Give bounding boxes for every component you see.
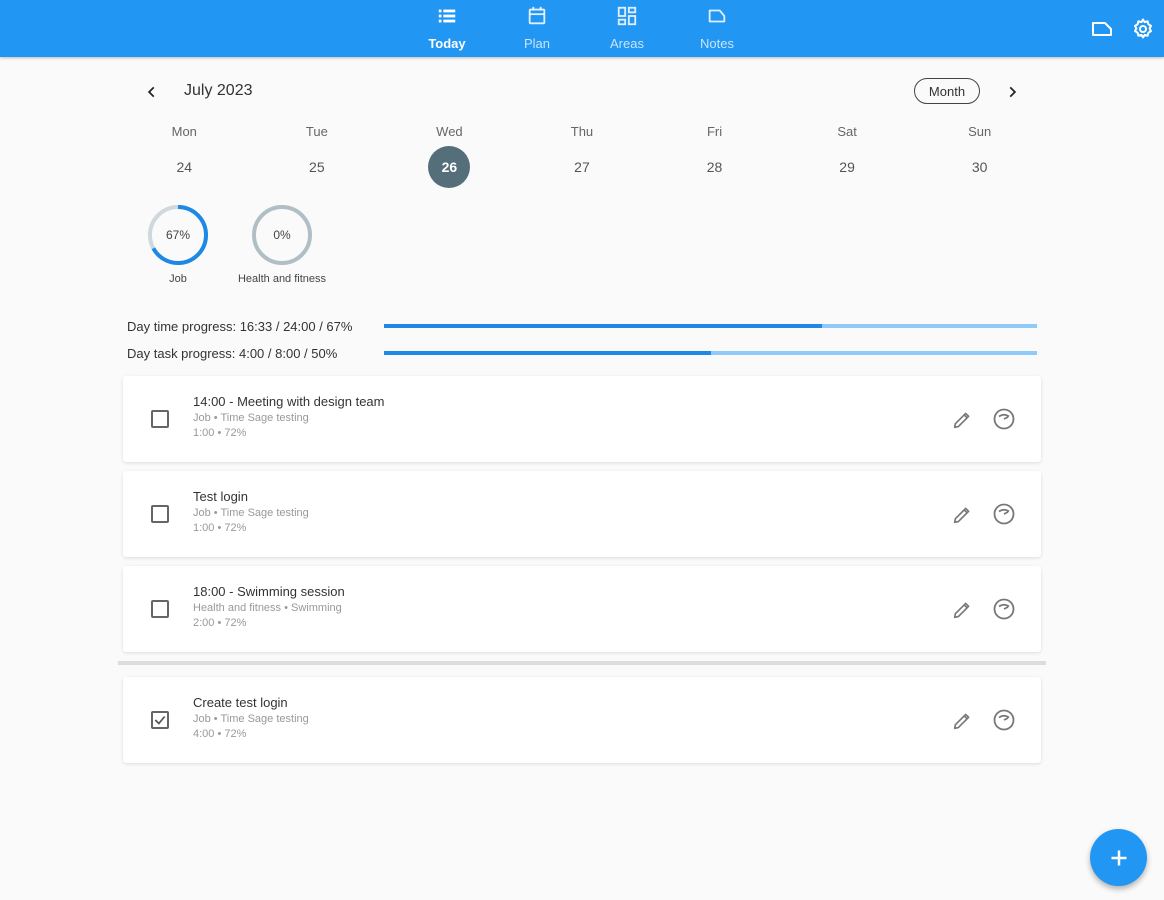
nav-tab-notes[interactable]: Notes <box>677 0 757 57</box>
task-subtitle: Job • Time Sage testing <box>193 412 309 424</box>
progress-bar-track <box>384 324 1037 328</box>
day-number: 25 <box>309 159 325 175</box>
label-icon <box>705 4 729 28</box>
day-row: 24 25 26 27 28 29 30 <box>118 146 1046 188</box>
task-meta: 1:00 • 72% <box>193 427 247 439</box>
weekday-label: Fri <box>706 124 723 139</box>
weekday-label: Sat <box>837 124 857 139</box>
day-number: 26 <box>428 146 471 188</box>
area-progress-list: 67% Job 0% Health and fitness <box>126 203 334 285</box>
timer-icon[interactable] <box>992 708 1016 732</box>
day-time-progress: Day time progress: 16:33 / 24:00 / 67% <box>127 318 1037 334</box>
next-week-button[interactable] <box>1000 80 1024 104</box>
nav-tab-label: Areas <box>610 36 644 51</box>
day-cell[interactable]: 25 <box>251 146 384 188</box>
task-subtitle: Job • Time Sage testing <box>193 713 309 725</box>
task-meta: 4:00 • 72% <box>193 728 247 740</box>
day-task-progress-label: Day task progress: 4:00 / 8:00 / 50% <box>127 345 338 361</box>
day-cell[interactable]: 27 <box>516 146 649 188</box>
task-card[interactable]: 14:00 - Meeting with design team Job • T… <box>123 376 1041 462</box>
task-checkbox[interactable] <box>151 410 169 428</box>
day-number: 24 <box>176 159 193 175</box>
task-card[interactable]: Test login Job • Time Sage testing 1:00 … <box>123 471 1041 557</box>
day-cell-selected[interactable]: 26 <box>383 146 516 188</box>
task-title: 14:00 - Meeting with design team <box>193 394 385 409</box>
completed-divider <box>118 661 1046 665</box>
chevron-left-icon <box>147 86 155 98</box>
progress-bar-fill <box>384 324 822 328</box>
progress-bar-fill <box>384 351 711 355</box>
weekday-header: Mon Tue Wed Thu Fri Sat Sun <box>118 124 1046 139</box>
day-cell[interactable]: 28 <box>648 146 781 188</box>
task-meta: 1:00 • 72% <box>193 522 247 534</box>
area-job[interactable]: 67% Job <box>126 203 230 285</box>
dashboard-icon <box>615 4 639 28</box>
area-progress-ring: 0% <box>250 203 314 267</box>
day-number: 29 <box>839 159 855 175</box>
day-task-progress: Day task progress: 4:00 / 8:00 / 50% <box>127 345 1037 361</box>
timer-icon[interactable] <box>992 407 1016 431</box>
day-number: 28 <box>706 159 723 175</box>
edit-icon[interactable] <box>950 408 974 432</box>
month-view-button[interactable]: Month <box>914 78 980 104</box>
edit-icon[interactable] <box>950 709 974 733</box>
task-title: 18:00 - Swimming session <box>193 584 345 599</box>
weekday-label: Wed <box>436 124 463 139</box>
area-health-fitness[interactable]: 0% Health and fitness <box>230 203 334 285</box>
nav-tab-label: Today <box>428 36 466 51</box>
day-cell[interactable]: 30 <box>913 146 1046 188</box>
area-name: Health and fitness <box>237 273 327 285</box>
top-app-bar: Today Plan Areas Notes <box>0 0 1164 57</box>
day-number: 30 <box>971 159 988 175</box>
area-percent: 67% <box>165 228 191 242</box>
chevron-right-icon <box>1009 86 1017 98</box>
plus-icon <box>1111 850 1126 865</box>
nav-tab-label: Plan <box>523 36 551 51</box>
task-checkbox[interactable] <box>151 505 169 523</box>
check-icon <box>154 715 166 725</box>
nav-tab-label: Notes <box>700 36 734 51</box>
timer-icon[interactable] <box>992 502 1016 526</box>
weekday-label: Thu <box>570 124 594 139</box>
day-cell[interactable]: 24 <box>118 146 251 188</box>
task-subtitle: Job • Time Sage testing <box>193 507 309 519</box>
weekday-label: Tue <box>305 124 328 139</box>
day-number: 27 <box>574 159 590 175</box>
calendar-icon <box>525 4 549 28</box>
task-checkbox-checked[interactable] <box>151 711 169 729</box>
day-cell[interactable]: 29 <box>781 146 914 188</box>
label-outline-icon[interactable] <box>1090 17 1114 41</box>
day-time-progress-label: Day time progress: 16:33 / 24:00 / 67% <box>127 318 353 334</box>
nav-tab-today[interactable]: Today <box>407 0 487 57</box>
list-icon <box>435 4 459 28</box>
area-progress-ring: 67% <box>146 203 210 267</box>
task-card[interactable]: 18:00 - Swimming session Health and fitn… <box>123 566 1041 652</box>
prev-week-button[interactable] <box>140 80 164 104</box>
gear-icon[interactable] <box>1131 17 1155 41</box>
edit-icon[interactable] <box>950 503 974 527</box>
task-checkbox[interactable] <box>151 600 169 618</box>
area-name: Job <box>169 273 187 285</box>
edit-icon[interactable] <box>950 598 974 622</box>
month-title: July 2023 <box>184 82 253 99</box>
task-title: Create test login <box>193 695 288 710</box>
task-meta: 2:00 • 72% <box>193 617 247 629</box>
task-title: Test login <box>193 489 248 504</box>
nav-tab-areas[interactable]: Areas <box>587 0 667 57</box>
weekday-label: Mon <box>171 124 197 139</box>
weekday-label: Sun <box>968 124 992 139</box>
nav-tab-plan[interactable]: Plan <box>497 0 577 57</box>
calendar-header: July 2023 Month <box>136 78 1028 106</box>
task-card-completed[interactable]: Create test login Job • Time Sage testin… <box>123 677 1041 763</box>
progress-bar-track <box>384 351 1037 355</box>
timer-icon[interactable] <box>992 597 1016 621</box>
add-task-button[interactable] <box>1090 829 1147 886</box>
task-subtitle: Health and fitness • Swimming <box>193 602 342 614</box>
area-percent: 0% <box>273 228 291 242</box>
